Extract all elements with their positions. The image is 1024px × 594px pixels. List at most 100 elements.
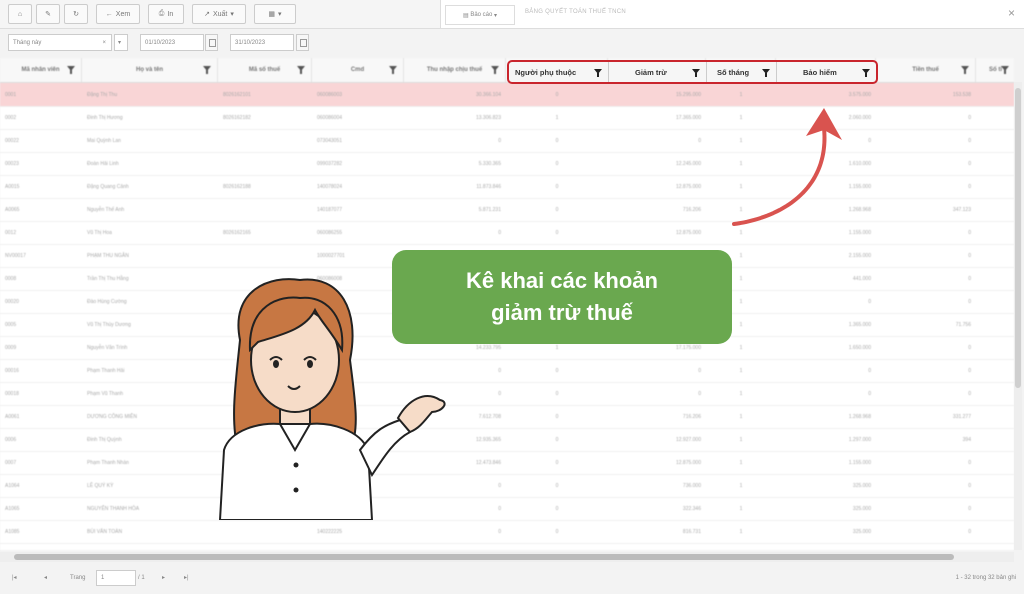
table-cell: 0 [968,459,971,466]
vertical-scrollbar[interactable] [1014,82,1022,550]
table-cell: 0 [555,390,559,397]
filter-icon[interactable] [297,66,305,74]
export-label: Xuất [212,10,228,18]
filter-icon[interactable] [491,66,499,74]
table-cell: 71.756 [955,321,971,328]
col-months-header[interactable]: Số tháng [707,62,777,82]
table-cell: BÙI VĂN TOÀN [87,528,123,535]
filter-icon[interactable] [203,66,211,74]
table-row[interactable]: A1085 BÙI VĂN TOÀN 140222225 0 0 816.731 1 325.… [0,520,1014,544]
horizontal-scrollbar[interactable] [0,552,1014,562]
to-date-value: 31/10/2023 [235,39,266,46]
pager: |◂ ◂ Trang 1 / 1 ▸ ▸| 1 - 32 trong 32 bả… [0,566,1024,594]
column-header[interactable]: Cmd [312,58,404,82]
table-row[interactable]: A1065NGUYỄN THANH HÒA14012781700322.3461… [0,497,1014,521]
report-type-select[interactable]: ▤ Bảo cáo ▾ [445,5,515,25]
table-cell: 17.365.000 [675,114,701,121]
col-insurance-label: Bảo hiểm [803,67,837,77]
close-icon[interactable]: × [1008,6,1015,20]
table-cell [218,520,312,543]
refresh-button[interactable]: ↻ [64,4,88,24]
col-deduction-header[interactable]: Giảm trừ [609,62,707,82]
from-calendar-icon[interactable] [205,34,218,51]
table-cell: 8026162188 [223,183,251,190]
table-cell: 1 [739,459,743,466]
table-cell: 5.330.365 [478,160,501,167]
filter-icon[interactable] [389,66,397,74]
table-row[interactable]: A0061 DƯƠNG CÔNG MIỄN 7.612.708 0 716.206 1 1.… [0,405,1014,429]
horizontal-scroll-thumb[interactable] [14,554,954,560]
column-header[interactable]: Mã nhân viên [0,58,82,82]
column-header[interactable]: Mã số thuế [218,58,312,82]
column-header-label: Mã số thuế [248,67,281,73]
table-cell: 0006 [5,436,17,443]
table-cell: 0 [555,229,559,236]
period-select[interactable]: Tháng này × [8,34,112,51]
table-cell: 0 [555,482,559,489]
to-calendar-icon[interactable] [296,34,309,51]
from-date-input[interactable]: 01/10/2023 [140,34,204,51]
filter-icon[interactable] [762,69,770,77]
column-header[interactable]: Số ti [976,58,1014,82]
table-row[interactable]: A1064 LÊ QUÝ KỲ 0 0 736.000 1 325.000 0 [0,474,1014,498]
column-header[interactable]: Họ và tên [82,58,218,82]
next-page-icon[interactable]: ▸ [162,574,165,581]
filter-icon[interactable] [67,66,75,74]
vertical-scroll-thumb[interactable] [1015,88,1021,388]
last-page-icon[interactable]: ▸| [184,574,189,581]
refresh-icon: ↻ [73,11,79,18]
table-cell: 716.206 [682,413,701,420]
table-cell: A0061 [5,413,20,420]
period-dropdown-button[interactable]: ▾ [114,34,128,51]
arrow-left-icon: ← [105,10,113,18]
table-cell: 0 [868,367,871,374]
table-cell: 0001 [5,91,17,98]
view-button[interactable]: ← Xem [96,4,140,24]
first-page-icon[interactable]: |◂ [12,574,17,581]
table-cell: Đào Hùng Cường [87,298,127,305]
table-cell: 441.000 [852,275,871,282]
clear-icon[interactable]: × [102,40,106,46]
table-cell: 0 [555,367,559,374]
table-cell: Đặng Thị Thu [87,91,118,98]
filter-icon[interactable] [1001,66,1009,74]
prev-page-icon[interactable]: ◂ [44,574,47,581]
column-header[interactable]: Thu nhập chịu thuế [404,58,506,82]
to-date-input[interactable]: 31/10/2023 [230,34,294,51]
table-row[interactable]: 00016 Phạm Thanh Hải 0 0 0 1 0 0 [0,359,1014,383]
table-cell: 00023 [5,160,19,167]
table-cell: 11.873.846 [476,183,501,190]
col-insurance-header[interactable]: Bảo hiểm [777,62,876,82]
table-cell: 0 [968,505,971,512]
table-cell: 00018 [5,390,19,397]
filter-icon[interactable] [961,66,969,74]
table-row[interactable]: 0007 Phạm Thanh Nhàn 12.473.846 0 12.875.000… [0,451,1014,475]
export-button[interactable]: ↗ Xuất ▾ [192,4,246,24]
home-button[interactable]: ⌂ [8,4,32,24]
grid-menu-button[interactable]: ▦ ▾ [254,4,296,24]
table-row[interactable]: 00018 Phạm Vũ Thanh 0 0 0 1 0 0 [0,382,1014,406]
table-row[interactable]: 0006 Đinh Thị Quỳnh 12.935.365 0 12.927.000 1… [0,428,1014,452]
filter-icon[interactable] [692,69,700,77]
edit-button[interactable]: ✎ [36,4,60,24]
table-cell: 5.871.231 [478,206,501,213]
table-cell: 0 [868,298,871,305]
table-cell: 0 [498,137,501,144]
deduction-columns-highlight: Người phụ thuộc Giảm trừ Số tháng Bảo hi… [507,60,878,84]
table-cell: 140222225 [317,528,343,535]
table-cell: 153.538 [952,91,971,98]
table-cell: 12.875.000 [675,459,701,466]
table-cell: Vũ Thị Hoa [87,229,112,236]
table-cell: 0 [555,91,559,98]
page-input[interactable]: 1 [96,570,136,586]
table-cell: Đinh Thị Quỳnh [87,436,122,443]
col-dependents-header[interactable]: Người phụ thuộc [509,62,609,82]
print-button[interactable]: ⎙ In [148,4,184,24]
table-cell: 12.875.000 [675,229,701,236]
table-cell: 1 [739,436,743,443]
filter-icon[interactable] [862,69,870,77]
filter-icon[interactable] [594,69,602,77]
callout-line-1: Kê khai các khoản [466,268,658,293]
column-header[interactable]: Tiền thuế [876,58,976,82]
table-cell: A1064 [5,482,20,489]
